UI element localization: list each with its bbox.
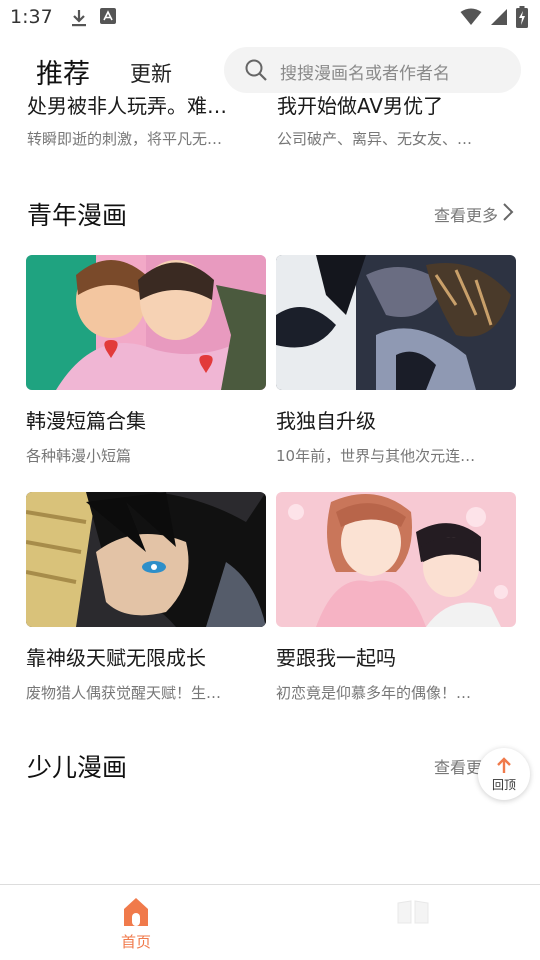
- card-title: 韩漫短篇合集: [26, 409, 146, 433]
- home-icon: [122, 897, 150, 931]
- comic-card[interactable]: 我独自升级 10年前，世界与其他次元连…: [276, 255, 516, 465]
- section-header: 少儿漫画 查看更多: [0, 748, 540, 788]
- app-icon: [100, 8, 116, 32]
- bottom-nav: 首页: [0, 884, 540, 960]
- status-bar: 1:37: [0, 0, 540, 36]
- section-header: 青年漫画 查看更多: [0, 196, 540, 236]
- comic-cover: [26, 255, 266, 390]
- search-icon: [244, 58, 268, 86]
- book-icon: [396, 900, 430, 929]
- view-more-button[interactable]: 查看更多: [434, 202, 514, 226]
- header: 推荐 更新 搜搜漫画名或者作者名: [0, 44, 540, 96]
- comic-card[interactable]: 要跟我一起吗 初恋竟是仰慕多年的偶像！…: [276, 492, 516, 702]
- card-desc: 各种韩漫小短篇: [26, 447, 132, 465]
- card-desc: 10年前，世界与其他次元连…: [276, 447, 476, 465]
- signal-icon: [490, 8, 508, 30]
- tab-update[interactable]: 更新: [130, 58, 172, 88]
- card-desc: 公司破产、离异、无女友、…: [277, 130, 473, 148]
- comic-card[interactable]: 靠神级天赋无限成长 废物猎人偶获觉醒天赋！生…: [26, 492, 266, 702]
- card-title: 我开始做AV男优了: [277, 96, 444, 118]
- wifi-icon: [460, 8, 482, 30]
- back-to-top-button[interactable]: 回顶: [478, 748, 530, 800]
- nav-second-tab[interactable]: [396, 899, 430, 929]
- section-title: 青年漫画: [27, 201, 128, 230]
- status-time: 1:37: [10, 6, 53, 28]
- card-title: 处男被非人玩弄。难…: [27, 96, 227, 118]
- card-desc: 废物猎人偶获觉醒天赋！生…: [26, 684, 222, 702]
- nav-home[interactable]: 首页: [108, 895, 164, 955]
- chevron-right-icon: [502, 203, 514, 225]
- content-feed: 处男被非人玩弄。难… 转瞬即逝的刺激，将平凡无… 我开始做AV男优了 公司破产、…: [0, 96, 540, 884]
- search-input[interactable]: 搜搜漫画名或者作者名: [224, 47, 521, 93]
- comic-card[interactable]: 韩漫短篇合集 各种韩漫小短篇: [26, 255, 266, 465]
- back-to-top-label: 回顶: [491, 778, 516, 792]
- card-title: 靠神级天赋无限成长: [26, 646, 206, 670]
- section-title: 少儿漫画: [27, 753, 128, 782]
- card-title: 我独自升级: [276, 409, 376, 433]
- card-desc: 转瞬即逝的刺激，将平凡无…: [27, 130, 223, 148]
- battery-icon: [516, 6, 528, 32]
- comic-cover: [26, 492, 266, 627]
- card-desc: 初恋竟是仰慕多年的偶像！…: [276, 684, 472, 702]
- download-icon: [70, 8, 88, 32]
- comic-cover: [276, 255, 516, 390]
- comic-cover: [276, 492, 516, 627]
- nav-home-label: 首页: [120, 933, 151, 951]
- view-more-label: 查看更多: [433, 206, 498, 225]
- arrow-up-icon: [496, 756, 512, 778]
- search-placeholder: 搜搜漫画名或者作者名: [280, 64, 450, 84]
- tab-recommend[interactable]: 推荐: [36, 52, 90, 91]
- card-title: 要跟我一起吗: [276, 646, 396, 670]
